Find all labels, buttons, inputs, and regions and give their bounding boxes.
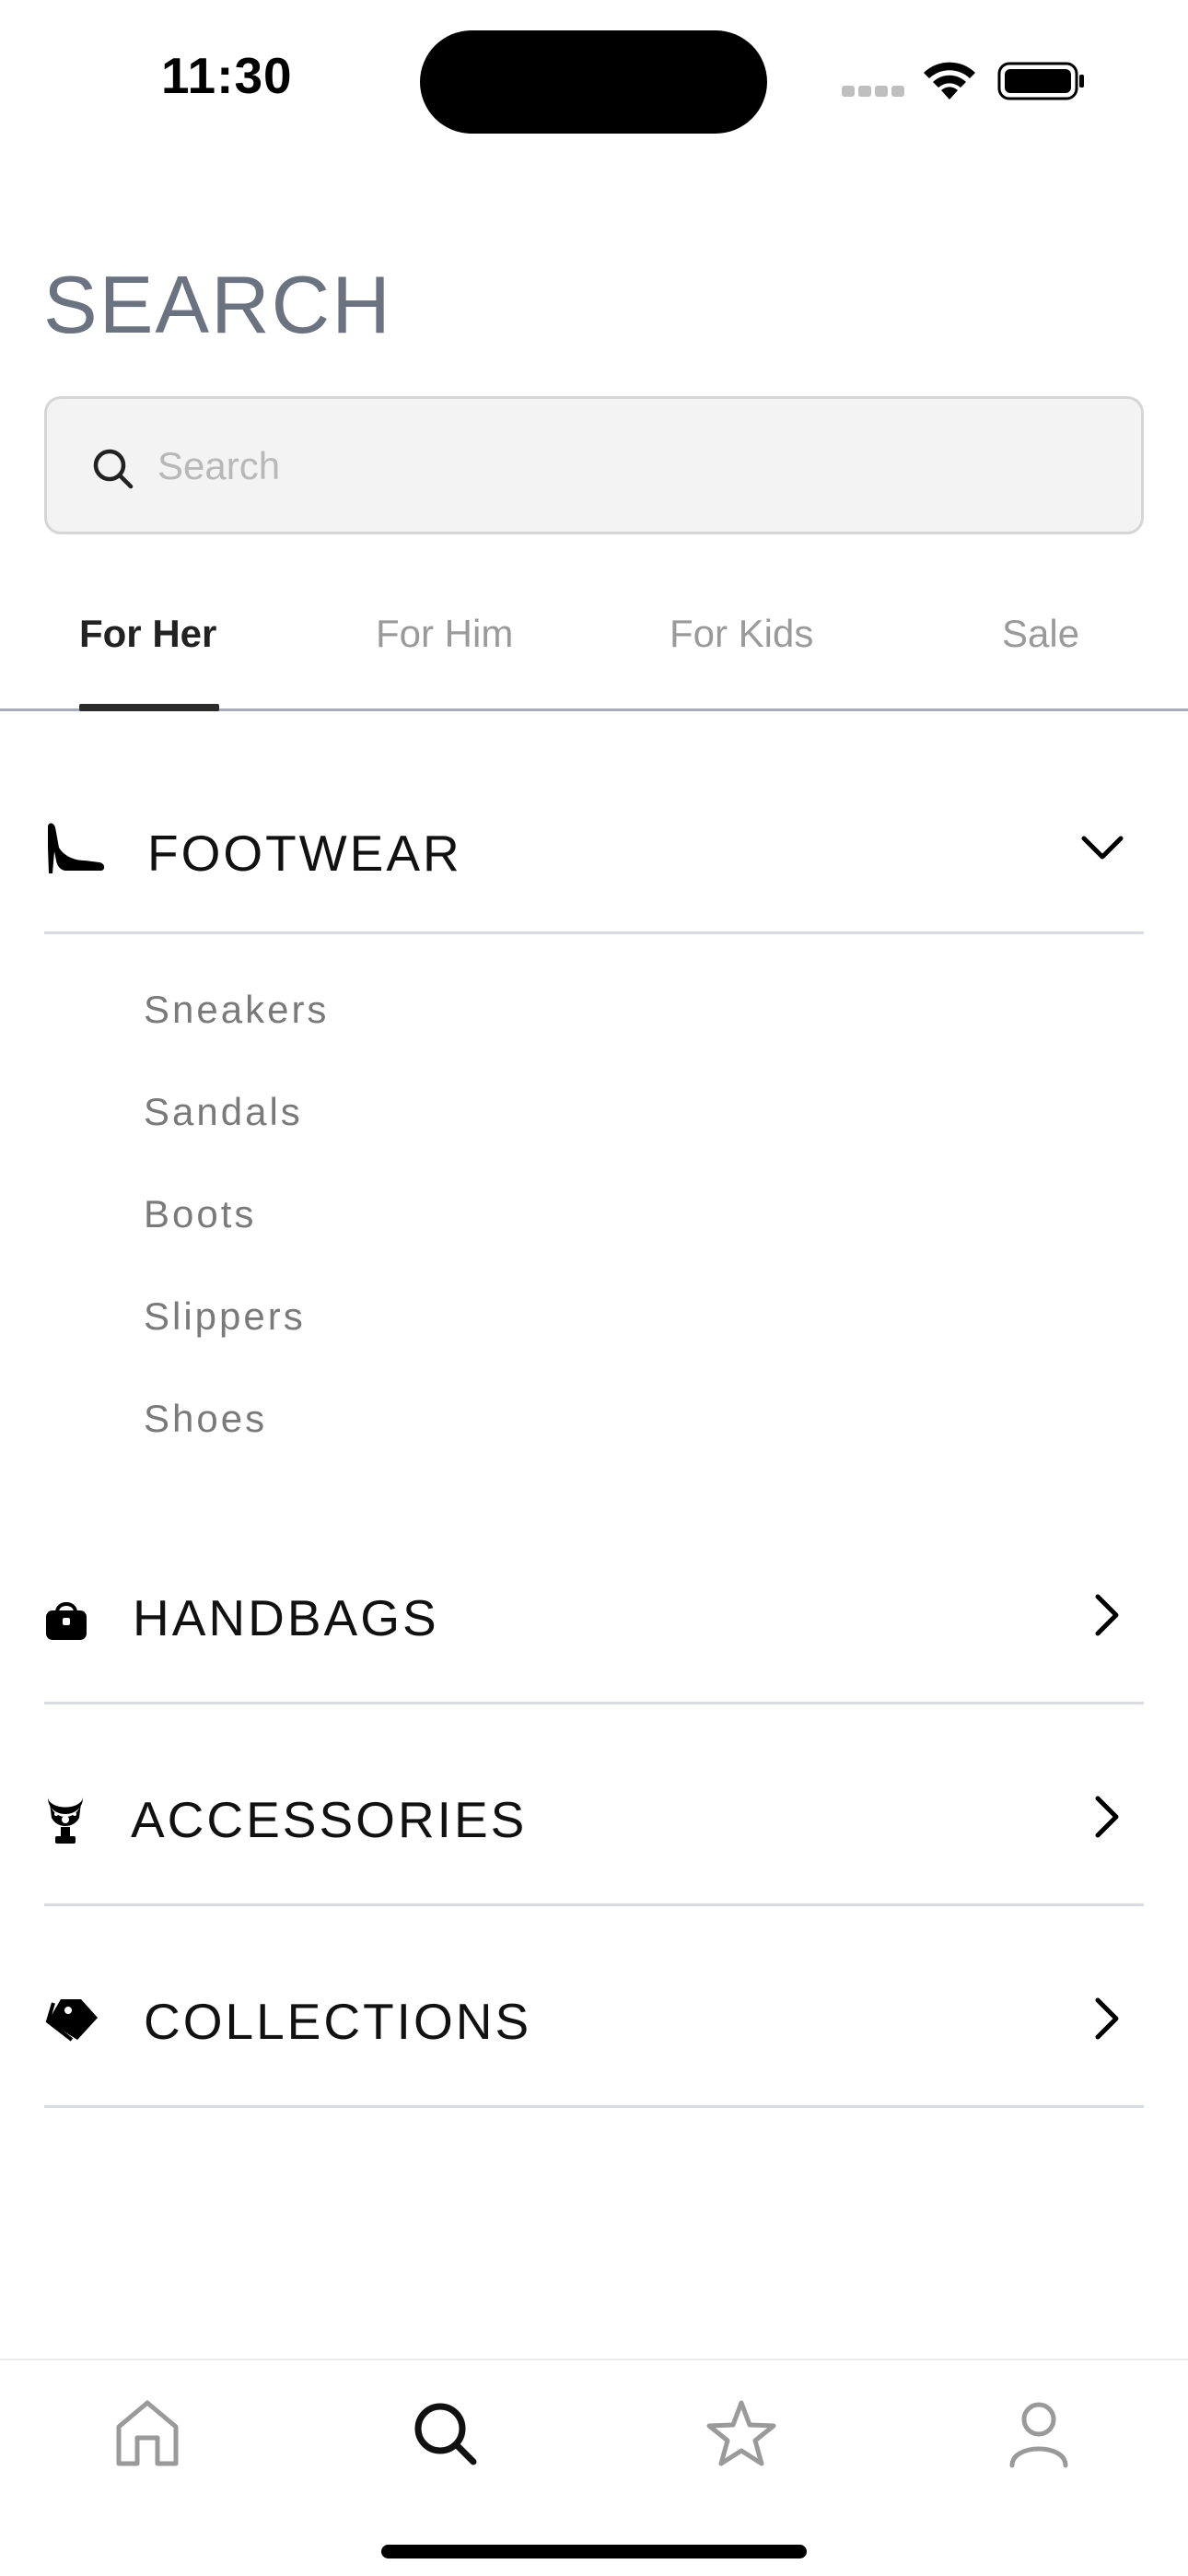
- tab-for-her[interactable]: For Her: [79, 612, 216, 656]
- category-label: HANDBAGS: [133, 1589, 439, 1646]
- subcategory-shoes[interactable]: Shoes: [144, 1397, 267, 1441]
- search-input[interactable]: [157, 427, 1115, 506]
- tab-for-him[interactable]: For Him: [376, 612, 513, 656]
- category-collections[interactable]: COLLECTIONS: [44, 1955, 1144, 2108]
- chevron-down-icon[interactable]: [1079, 829, 1125, 866]
- profile-icon[interactable]: [997, 2392, 1080, 2475]
- search-bar[interactable]: [44, 396, 1144, 534]
- status-bar: 11:30: [0, 0, 1188, 157]
- active-tab-indicator: [79, 704, 219, 711]
- star-icon[interactable]: [700, 2392, 783, 2475]
- chevron-right-icon[interactable]: [1089, 1794, 1125, 1840]
- category-accessories[interactable]: ACCESSORIES: [44, 1753, 1144, 1906]
- tab-for-kids[interactable]: For Kids: [670, 612, 813, 656]
- category-footwear[interactable]: FOOTWEAR: [44, 783, 1144, 934]
- high-heel-icon: [48, 823, 105, 873]
- home-icon[interactable]: [106, 2392, 189, 2475]
- dynamic-island: [420, 30, 767, 134]
- category-label: ACCESSORIES: [131, 1791, 528, 1848]
- bottom-navigation: [0, 2359, 1188, 2576]
- page-title: SEARCH: [43, 259, 392, 350]
- category-handbags[interactable]: HANDBAGS: [44, 1551, 1144, 1704]
- cellular-signal-icon: [842, 86, 906, 97]
- search-icon[interactable]: [403, 2392, 486, 2475]
- home-indicator: [381, 2545, 807, 2558]
- subcategory-sneakers[interactable]: Sneakers: [144, 988, 329, 1032]
- tab-sale[interactable]: Sale: [1002, 612, 1079, 656]
- wifi-icon: [924, 62, 975, 100]
- chevron-right-icon[interactable]: [1089, 1592, 1125, 1638]
- subcategory-sandals[interactable]: Sandals: [144, 1090, 303, 1134]
- battery-icon: [997, 62, 1084, 100]
- category-tabs: For Her For Him For Kids Sale: [0, 590, 1188, 711]
- search-icon: [93, 449, 134, 489]
- chevron-right-icon[interactable]: [1089, 1996, 1125, 2042]
- subcategory-boots[interactable]: Boots: [144, 1192, 256, 1236]
- status-time: 11:30: [161, 47, 293, 104]
- tags-icon: [45, 1999, 98, 2042]
- category-label: COLLECTIONS: [144, 1993, 532, 2050]
- necklace-bust-icon: [48, 1797, 83, 1844]
- subcategory-slippers[interactable]: Slippers: [144, 1294, 306, 1339]
- category-label: FOOTWEAR: [147, 825, 462, 882]
- handbag-icon: [46, 1602, 87, 1640]
